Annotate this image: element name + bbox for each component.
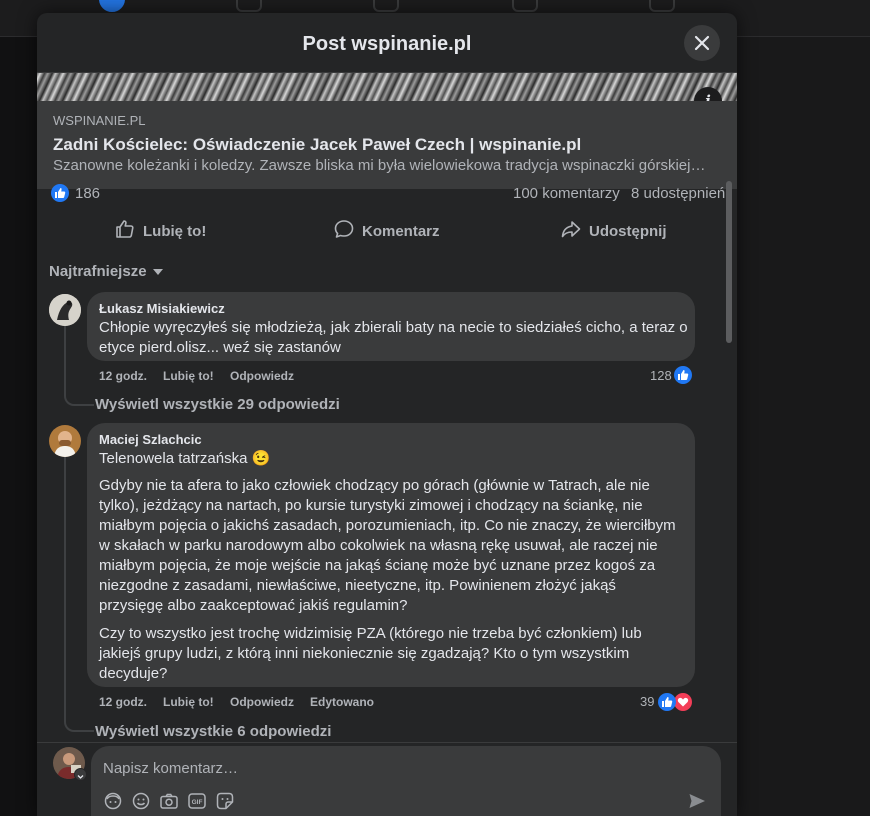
comment-icon xyxy=(334,220,354,238)
comment-bubble[interactable]: Łukasz Misiakiewicz Chłopie wyręczyłeś s… xyxy=(87,292,695,361)
like-button[interactable]: Lubię to! xyxy=(115,211,255,251)
like-button-label: Lubię to! xyxy=(143,223,207,240)
post-dialog: Post wspinanie.pl i WSPINANIE.PL Zadni K… xyxy=(37,13,737,816)
comment-edited-label[interactable]: Edytowano xyxy=(310,695,374,709)
comments-count[interactable]: 100 komentarzy xyxy=(513,185,620,202)
view-replies-link[interactable]: Wyświetl wszystkie 29 odpowiedzi xyxy=(95,396,340,413)
sort-label: Najtrafniejsze xyxy=(49,263,147,280)
comment-button-label: Komentarz xyxy=(362,223,440,240)
comment-sort-dropdown[interactable]: Najtrafniejsze xyxy=(49,263,163,280)
post-scroll-area[interactable]: i WSPINANIE.PL Zadni Kościelec: Oświadcz… xyxy=(37,73,737,742)
reaction-count[interactable]: 186 xyxy=(75,185,100,202)
comment-reply-button[interactable]: Odpowiedz xyxy=(230,695,294,709)
comment-author[interactable]: Maciej Szlachcic xyxy=(99,432,202,447)
share-button[interactable]: Udostępnij xyxy=(561,211,701,251)
comment-like-button[interactable]: Lubię to! xyxy=(163,369,214,383)
link-domain: WSPINANIE.PL xyxy=(53,113,146,128)
view-replies-link[interactable]: Wyświetl wszystkie 6 odpowiedzi xyxy=(95,723,331,740)
love-reaction-icon[interactable] xyxy=(674,693,692,711)
comment-input[interactable] xyxy=(103,758,663,778)
comment-input-box[interactable]: GIF xyxy=(91,746,721,816)
comment-bubble[interactable]: Maciej Szlachcic Telenowela tatrzańska 😉… xyxy=(87,423,695,687)
comment-like-button[interactable]: Lubię to! xyxy=(163,695,214,709)
send-icon[interactable] xyxy=(687,791,707,811)
shares-count[interactable]: 8 udostępnień xyxy=(631,185,725,202)
comment-author[interactable]: Łukasz Misiakiewicz xyxy=(99,301,225,316)
dialog-title: Post wspinanie.pl xyxy=(302,33,472,55)
dialog-header: Post wspinanie.pl xyxy=(37,13,737,73)
comment-text: Chłopie wyręczyłeś się młodzieżą, jak zb… xyxy=(99,319,688,356)
camera-icon[interactable] xyxy=(159,791,179,811)
like-reaction-icon[interactable] xyxy=(51,184,69,202)
emoji-icon[interactable] xyxy=(131,791,151,811)
comment-text: Telenowela tatrzańska 😉 xyxy=(99,450,271,467)
home-nav-icon[interactable] xyxy=(99,0,125,12)
groups-nav-icon[interactable] xyxy=(512,0,538,12)
comment-composer: GIF xyxy=(37,742,737,816)
comment-text: Gdyby nie ta afera to jako człowiek chod… xyxy=(99,477,676,614)
chevron-down-icon[interactable] xyxy=(74,768,87,781)
avatar[interactable] xyxy=(49,294,81,326)
share-icon xyxy=(561,221,581,238)
link-description: Szanowne koleżanki i koledzy. Zawsze bli… xyxy=(53,157,706,174)
gaming-nav-icon[interactable] xyxy=(649,0,675,12)
comment-text: Czy to wszystko jest trochę widzimisię P… xyxy=(99,625,642,682)
comment-time[interactable]: 12 godz. xyxy=(99,695,147,709)
close-button[interactable] xyxy=(684,25,720,61)
link-preview-image[interactable] xyxy=(37,73,737,101)
avatar[interactable] xyxy=(49,425,81,457)
like-reaction-icon[interactable] xyxy=(658,693,676,711)
comment-button[interactable]: Komentarz xyxy=(334,211,474,251)
thumbs-up-icon xyxy=(116,220,134,238)
share-button-label: Udostępnij xyxy=(589,223,667,240)
post-stats-bar: 186 100 komentarzy 8 udostępnień xyxy=(37,181,737,205)
like-reaction-icon[interactable] xyxy=(674,366,692,384)
video-nav-icon[interactable] xyxy=(236,0,262,12)
comment-reaction-count[interactable]: 39 xyxy=(640,694,654,709)
svg-text:GIF: GIF xyxy=(192,799,203,806)
comment-time[interactable]: 12 godz. xyxy=(99,369,147,383)
close-icon xyxy=(694,35,710,51)
comment-reaction-count[interactable]: 128 xyxy=(650,368,672,383)
chevron-down-icon xyxy=(152,269,163,276)
link-preview-card[interactable]: WSPINANIE.PL Zadni Kościelec: Oświadczen… xyxy=(37,101,737,189)
scrollbar[interactable] xyxy=(726,181,732,343)
marketplace-nav-icon[interactable] xyxy=(373,0,399,12)
background-right-pane xyxy=(737,37,870,816)
sticker-icon[interactable] xyxy=(215,791,235,811)
avatar-sticker-icon[interactable] xyxy=(103,791,123,811)
link-title[interactable]: Zadni Kościelec: Oświadczenie Jacek Pawe… xyxy=(53,135,581,155)
post-action-bar: Lubię to! Komentarz Udostępnij xyxy=(53,211,721,251)
comment-reply-button[interactable]: Odpowiedz xyxy=(230,369,294,383)
gif-icon[interactable]: GIF xyxy=(187,791,207,811)
